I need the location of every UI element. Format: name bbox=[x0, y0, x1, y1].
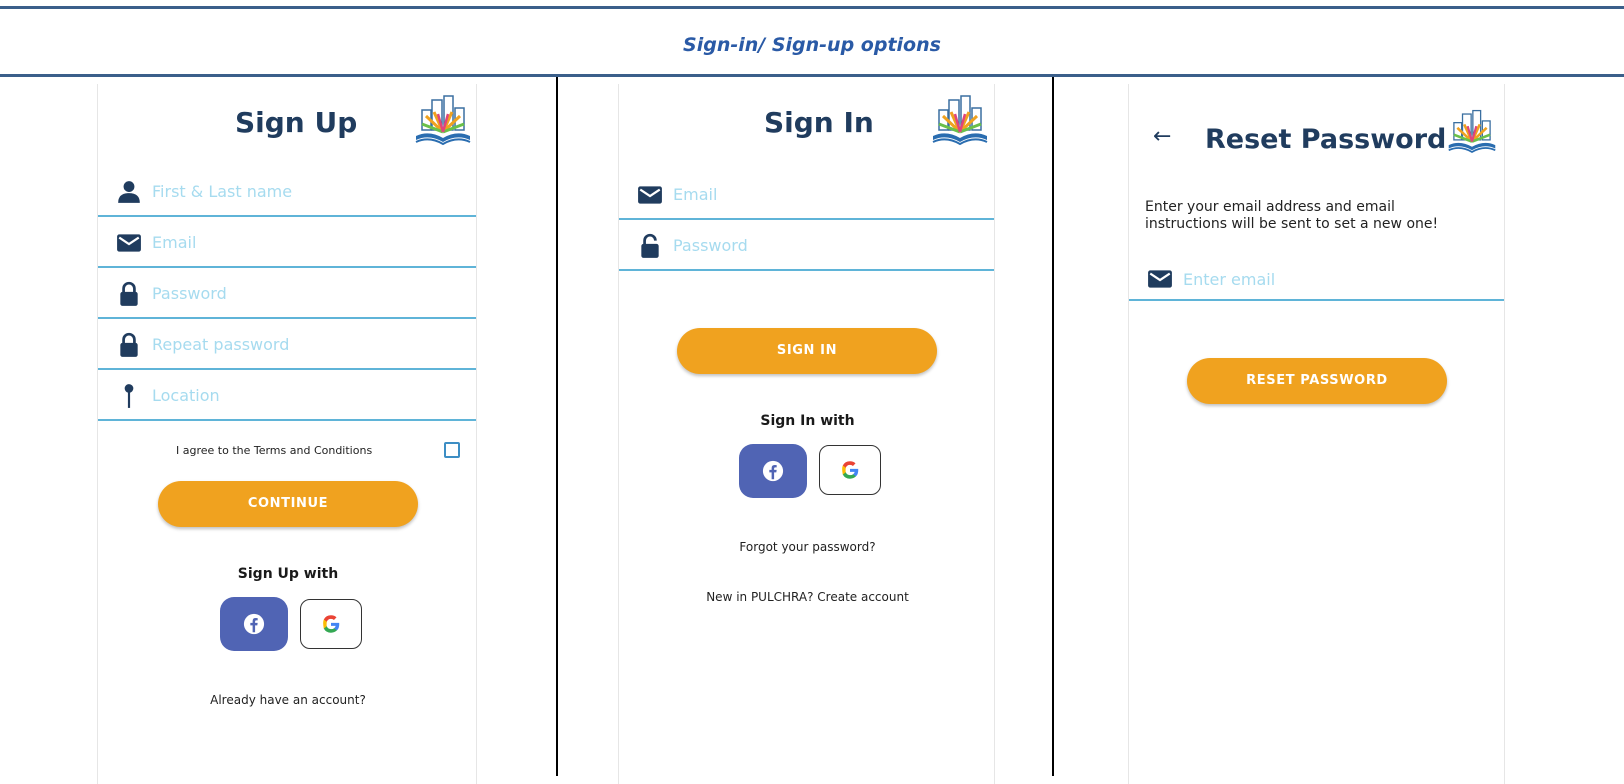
email-field[interactable]: Email bbox=[98, 217, 476, 268]
terms-checkbox[interactable] bbox=[444, 442, 460, 458]
location-pin-icon bbox=[124, 384, 134, 408]
reset-description-line2: instructions will be sent to set a new o… bbox=[1145, 216, 1439, 232]
name-field[interactable]: First & Last name bbox=[98, 166, 476, 217]
signin-with-label: Sign In with bbox=[760, 413, 855, 429]
already-account-link[interactable]: Already have an account? bbox=[98, 693, 478, 707]
reset-description-line1: Enter your email address and email bbox=[1145, 199, 1395, 215]
repeat-password-field[interactable]: Repeat password bbox=[98, 319, 476, 370]
envelope-icon bbox=[638, 186, 662, 204]
google-button[interactable] bbox=[300, 599, 362, 649]
reset-password-button[interactable]: RESET PASSWORD bbox=[1187, 358, 1447, 404]
city-book-logo-icon bbox=[415, 95, 471, 146]
password-placeholder: Password bbox=[152, 284, 227, 303]
repeat-password-placeholder: Repeat password bbox=[152, 335, 290, 354]
caption-rule bbox=[0, 74, 1624, 77]
reset-password-screen: ← Reset Password Enter your email addres… bbox=[1128, 84, 1505, 784]
create-account-link[interactable]: New in PULCHRA? Create account bbox=[619, 590, 996, 604]
city-book-logo-icon bbox=[1448, 109, 1496, 153]
signin-button[interactable]: SIGN IN bbox=[677, 328, 937, 374]
forgot-password-link[interactable]: Forgot your password? bbox=[619, 540, 996, 554]
envelope-icon bbox=[117, 234, 141, 252]
figure-caption: Sign-in/ Sign-up options bbox=[683, 34, 941, 56]
google-button[interactable] bbox=[819, 445, 881, 495]
email-placeholder: Email bbox=[152, 233, 197, 252]
back-arrow-icon[interactable]: ← bbox=[1153, 124, 1171, 149]
email-placeholder: Email bbox=[673, 185, 718, 204]
signup-with-label: Sign Up with bbox=[237, 566, 339, 582]
signup-screen: Sign Up First & Last name Email Password… bbox=[97, 84, 477, 784]
page-title: Sign Up bbox=[235, 106, 358, 139]
location-field[interactable]: Location bbox=[98, 370, 476, 421]
continue-button[interactable]: CONTINUE bbox=[158, 481, 418, 527]
top-rule bbox=[0, 6, 1624, 9]
lock-icon bbox=[120, 281, 138, 306]
facebook-icon bbox=[762, 460, 784, 482]
signin-screen: Sign In Email Password SIGN IN Sign In w… bbox=[618, 84, 995, 784]
page-title: Reset Password bbox=[1205, 124, 1447, 155]
password-field[interactable]: Password bbox=[98, 268, 476, 319]
email-field[interactable]: Enter email bbox=[1129, 250, 1504, 301]
page-title: Sign In bbox=[764, 106, 874, 139]
password-placeholder: Password bbox=[673, 236, 748, 255]
person-icon bbox=[118, 181, 140, 203]
facebook-button[interactable] bbox=[220, 597, 288, 651]
column-divider bbox=[556, 77, 558, 776]
facebook-button[interactable] bbox=[739, 444, 807, 498]
facebook-icon bbox=[243, 613, 265, 635]
google-icon bbox=[323, 615, 340, 633]
city-book-logo-icon bbox=[932, 95, 988, 146]
email-field[interactable]: Email bbox=[619, 169, 994, 220]
password-field[interactable]: Password bbox=[619, 220, 994, 271]
lock-icon bbox=[120, 332, 138, 357]
email-placeholder: Enter email bbox=[1183, 270, 1276, 289]
envelope-icon bbox=[1148, 270, 1172, 288]
location-placeholder: Location bbox=[152, 386, 220, 405]
terms-label: I agree to the Terms and Conditions bbox=[176, 444, 373, 457]
google-icon bbox=[842, 461, 859, 479]
name-placeholder: First & Last name bbox=[152, 182, 293, 201]
unlock-icon bbox=[641, 233, 659, 258]
column-divider bbox=[1052, 77, 1054, 776]
